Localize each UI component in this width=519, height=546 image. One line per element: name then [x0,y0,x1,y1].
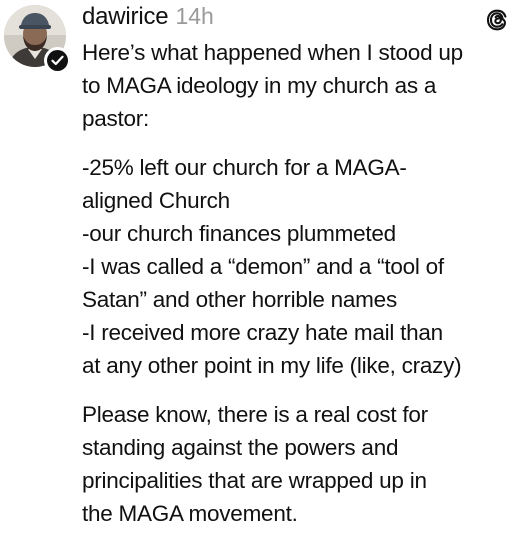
post-closing-text: Please know, there is a real cost for st… [82,402,428,526]
post-body: Here’s what happened when I stood up to … [82,36,512,546]
verified-badge [44,47,71,74]
threads-logo-icon [485,8,509,32]
username-link[interactable]: dawirice [82,3,169,31]
verified-badge-icon [47,50,68,71]
threads-post: dawirice 14h Here’s what happened when I… [0,0,519,540]
list-item: -25% left our church for a MAGA- aligned… [82,155,407,213]
post-intro-text: Here’s what happened when I stood up to … [82,40,463,131]
list-item: -I was called a “demon” and a “tool of S… [82,254,444,312]
list-item: -I received more crazy hate mail than at… [82,320,462,378]
list-item: -our church finances plummeted [82,221,396,246]
post-header: dawirice 14h [82,3,214,33]
post-timestamp[interactable]: 14h [175,3,213,30]
avatar-container[interactable] [4,5,71,74]
post-bullet-list: -25% left our church for a MAGA- aligned… [82,151,512,382]
